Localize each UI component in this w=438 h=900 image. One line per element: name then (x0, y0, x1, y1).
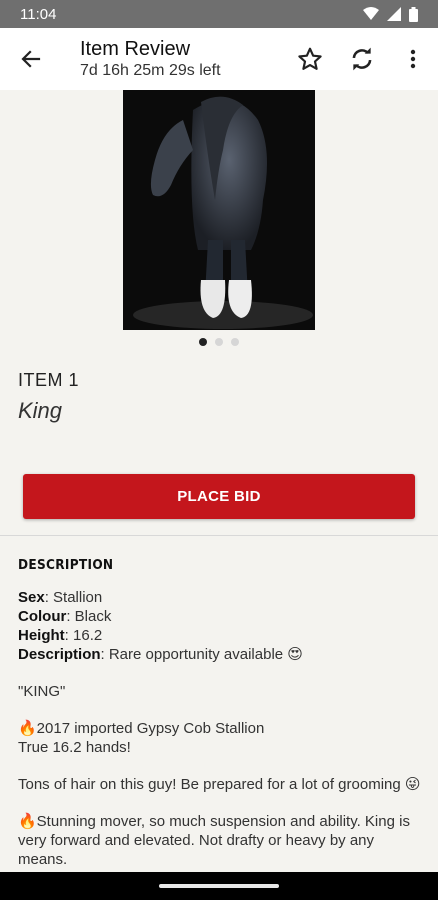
wifi-icon (363, 7, 379, 20)
description-section: DESCRIPTION Sex: Stallion Colour: Black … (18, 556, 422, 869)
more-options-button[interactable] (388, 28, 438, 90)
field-height: Height: 16.2 (18, 626, 422, 645)
field-label: Height (18, 627, 65, 644)
signal-icon (387, 7, 401, 21)
more-vert-icon (410, 49, 416, 69)
description-heading: DESCRIPTION (18, 557, 114, 573)
pager-dot[interactable] (215, 338, 223, 346)
refresh-button[interactable] (336, 28, 388, 90)
field-sex: Sex: Stallion (18, 588, 422, 607)
status-bar: 11:04 (0, 0, 438, 28)
pager-dot[interactable] (199, 338, 207, 346)
place-bid-button[interactable]: PLACE BID (23, 474, 415, 519)
paragraph-line: True 16.2 hands! (18, 739, 131, 756)
battery-icon (409, 6, 418, 22)
status-icons (363, 6, 418, 22)
system-nav-bar (0, 872, 438, 900)
field-value: : Rare opportunity available 😍 (100, 646, 303, 663)
field-value: : Black (66, 608, 112, 625)
status-time: 11:04 (20, 5, 57, 23)
field-value: : Stallion (44, 589, 103, 606)
page-title: Item Review (80, 38, 191, 60)
home-gesture-handle[interactable] (159, 884, 279, 888)
description-paragraph: 🔥Stunning mover, so much suspension and … (18, 813, 410, 868)
field-label: Sex (18, 589, 45, 606)
description-paragraph: Tons of hair on this guy! Be prepared fo… (18, 776, 421, 793)
arrow-left-icon (21, 50, 41, 68)
description-quote: "KING" (18, 683, 66, 700)
star-outline-icon (298, 47, 322, 70)
section-divider (0, 535, 438, 536)
field-description: Description: Rare opportunity available … (18, 645, 422, 664)
field-label: Description (18, 646, 101, 663)
gallery-pager (0, 338, 438, 346)
paragraph-line: 🔥2017 imported Gypsy Cob Stallion (18, 720, 265, 737)
item-name: King (18, 398, 63, 423)
pager-dot[interactable] (231, 338, 239, 346)
description-paragraph: 🔥2017 imported Gypsy Cob Stallion True 16… (18, 719, 422, 757)
back-button[interactable] (0, 28, 62, 90)
field-colour: Colour: Black (18, 607, 422, 626)
field-value: : 16.2 (64, 627, 103, 644)
horse-image (123, 90, 315, 330)
item-photo[interactable] (123, 90, 315, 330)
field-label: Colour (18, 608, 67, 625)
refresh-icon (352, 47, 372, 71)
app-bar: Item Review 7d 16h 25m 29s left (0, 28, 438, 90)
time-left-label: 7d 16h 25m 29s left (80, 62, 221, 79)
title-block: Item Review 7d 16h 25m 29s left (62, 37, 284, 81)
item-number: ITEM 1 (18, 370, 80, 390)
favorite-button[interactable] (284, 28, 336, 90)
